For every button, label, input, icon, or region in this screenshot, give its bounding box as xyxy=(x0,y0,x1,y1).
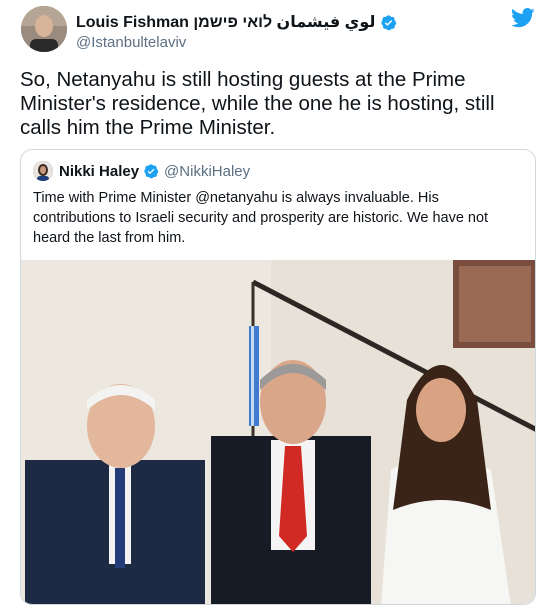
quoted-tweet-photo[interactable] xyxy=(21,260,536,605)
quoted-tweet-header: Nikki Haley @NikkiHaley xyxy=(33,161,250,181)
verified-badge-icon xyxy=(381,14,397,30)
verified-badge-icon xyxy=(144,164,159,179)
tweet-text: So, Netanyahu is still hosting guests at… xyxy=(20,68,495,139)
author-avatar[interactable] xyxy=(21,6,67,52)
quoted-author-display-name[interactable]: Nikki Haley xyxy=(59,163,139,180)
twitter-bird-icon[interactable] xyxy=(511,8,535,28)
quoted-author-avatar[interactable] xyxy=(33,161,53,181)
author-display-name[interactable]: Louis Fishman لوي فيشمان לואי פישמן xyxy=(76,12,375,32)
author-handle[interactable]: @Istanbultelaviv xyxy=(76,34,186,51)
quoted-author-handle[interactable]: @NikkiHaley xyxy=(164,163,250,180)
quoted-tweet[interactable]: Nikki Haley @NikkiHaley Time with Prime … xyxy=(20,149,536,605)
author-name-row: Louis Fishman لوي فيشمان לואי פישמן xyxy=(76,12,397,32)
tweet-card: Louis Fishman لوي فيشمان לואי פישמן @Ist… xyxy=(0,0,542,605)
quoted-tweet-text: Time with Prime Minister @netanyahu is a… xyxy=(33,190,489,246)
